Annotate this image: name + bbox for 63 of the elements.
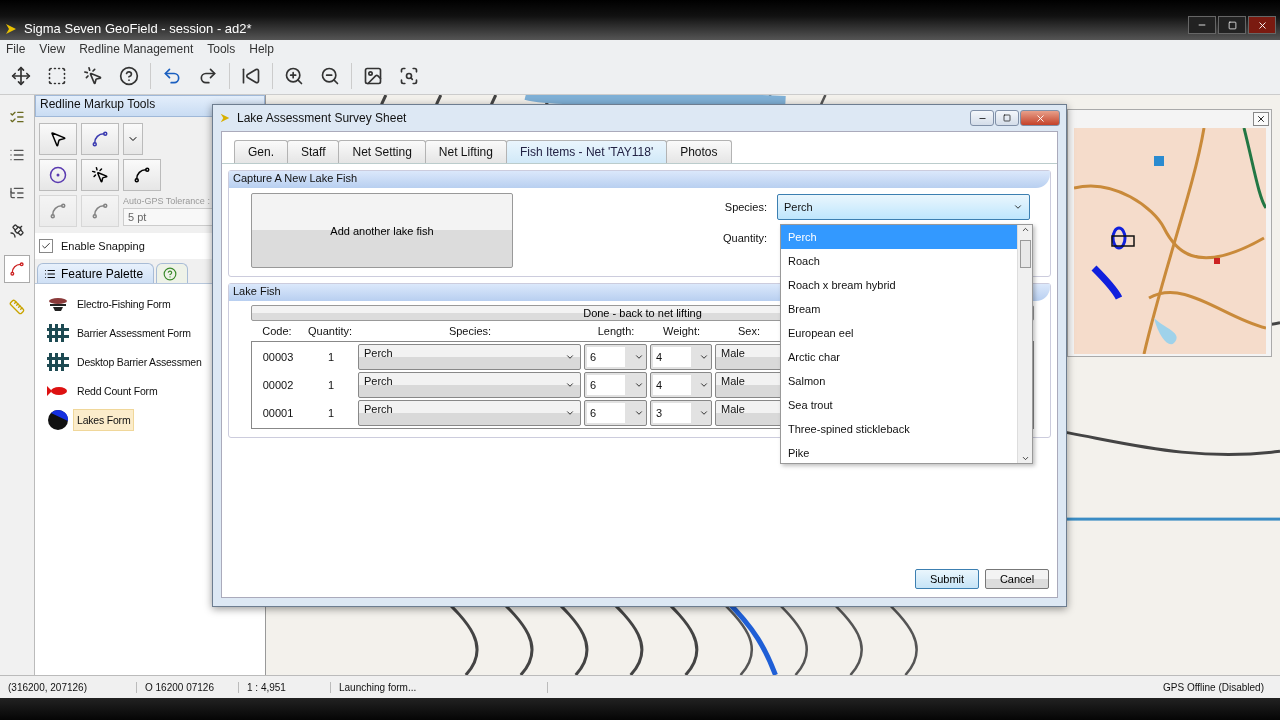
tree-icon <box>9 185 25 201</box>
help-icon <box>163 266 178 281</box>
menu-item[interactable]: File <box>6 42 26 56</box>
status-text: Launching form... <box>331 681 548 693</box>
map-zoom-icon <box>399 66 419 86</box>
undo-icon <box>162 66 182 86</box>
vertex-tool-icon <box>133 166 151 184</box>
tool-button[interactable] <box>123 159 161 191</box>
help-pointer-icon <box>119 66 139 86</box>
list-icon <box>44 267 56 280</box>
check-icon <box>41 241 51 251</box>
minimize-button[interactable] <box>1188 16 1216 34</box>
checkbox-label: Enable Snapping <box>61 240 145 252</box>
pointer-icon <box>83 66 103 86</box>
tool-button[interactable] <box>81 159 119 191</box>
redo-icon <box>198 66 218 86</box>
redline-icon <box>9 261 25 277</box>
point-tool-icon <box>49 166 67 184</box>
menu-item[interactable]: View <box>39 42 66 56</box>
fence-icon <box>47 324 69 342</box>
map-view-icon <box>363 66 383 86</box>
tool-button[interactable] <box>39 123 77 155</box>
list-icon <box>9 147 25 163</box>
previous-extent-icon <box>241 66 261 86</box>
app-logo-icon <box>219 112 231 124</box>
menu-item[interactable]: Redline Management <box>79 42 194 56</box>
palette-item[interactable]: Electro-Fishing Form <box>73 293 175 315</box>
fence-icon <box>47 353 69 371</box>
palette-item[interactable]: Desktop Barrier Assessmen <box>73 351 206 373</box>
menu-item[interactable]: Tools <box>207 42 236 56</box>
fish-icon <box>47 385 69 397</box>
side-tab[interactable] <box>4 255 30 283</box>
move-select-icon <box>11 66 31 86</box>
ruler-icon <box>9 299 25 315</box>
palette-item[interactable]: Barrier Assessment Form <box>73 322 195 344</box>
line-select-icon <box>91 130 109 148</box>
app-logo-icon <box>4 22 18 36</box>
checklist-icon <box>9 109 25 125</box>
palette-item[interactable]: Redd Count Form <box>73 380 162 402</box>
close-icon <box>1256 19 1268 31</box>
tool-button[interactable] <box>81 123 119 155</box>
status-text: 1 : 4,951 <box>239 681 331 693</box>
satellite-icon <box>9 223 25 239</box>
circle-icon <box>47 409 69 431</box>
input-field[interactable]: 5 pt <box>123 208 213 226</box>
boat-icon <box>47 297 69 311</box>
status-text: GPS Offline (Disabled) <box>1162 681 1265 693</box>
status-text: (316200, 207126) <box>0 681 137 693</box>
maximize-icon <box>1227 20 1237 30</box>
pointer-icon <box>49 130 67 148</box>
zoom-out-icon <box>320 66 340 86</box>
palette-item[interactable]: Lakes Form <box>73 409 135 431</box>
menu-item[interactable]: Help <box>249 42 274 56</box>
box-select-icon <box>47 66 67 86</box>
tab[interactable] <box>156 263 189 283</box>
tab[interactable]: Feature Palette <box>37 263 155 283</box>
maximize-button[interactable] <box>1218 16 1246 34</box>
status-text: O 16200 07126 <box>137 681 239 693</box>
window-title: Sigma Seven GeoField - session - ad2* <box>24 21 252 36</box>
field-label: Auto-GPS Tolerance : <box>123 196 211 206</box>
tool-button[interactable] <box>39 159 77 191</box>
checkbox[interactable] <box>39 239 53 253</box>
zoom-in-icon <box>284 66 304 86</box>
